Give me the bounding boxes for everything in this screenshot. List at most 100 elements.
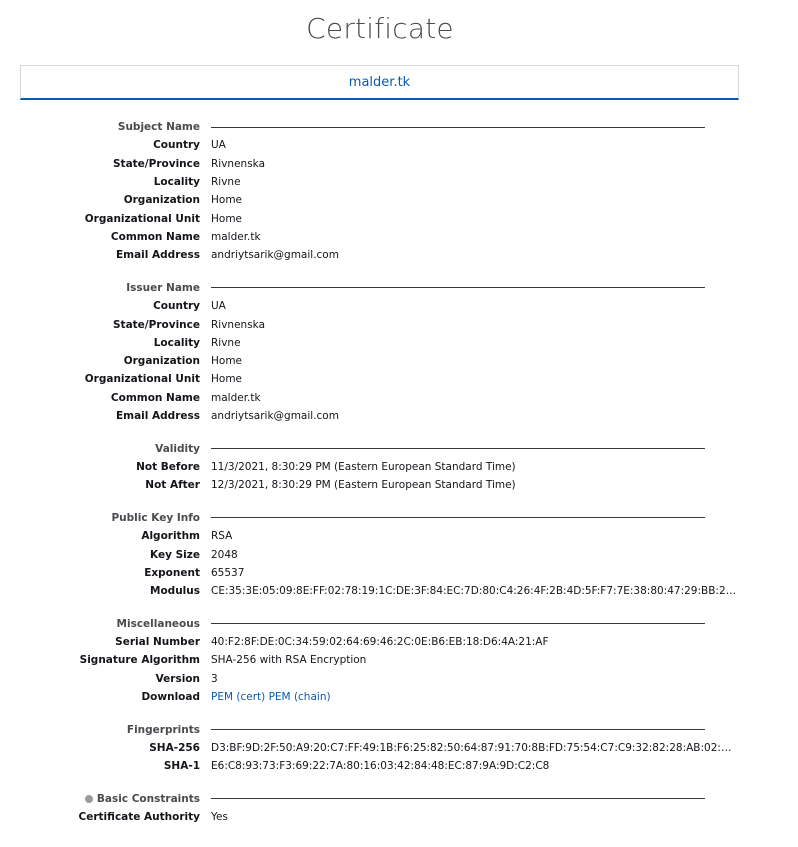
- field-row: Locality Rivne: [0, 334, 798, 352]
- field-label: Serial Number: [115, 636, 200, 649]
- fingerprints-section: Fingerprints SHA-256 D3:BF:9D:2F:50:A9:20…: [0, 721, 798, 776]
- section-header: Subject Name: [0, 118, 798, 136]
- field-value: Home: [211, 355, 243, 368]
- field-value: malder.tk: [211, 230, 261, 243]
- field-value: Rivnenska: [211, 157, 265, 170]
- validity-section: Validity Not Before 11/3/2021, 8:30:29 PM…: [0, 440, 798, 495]
- section-header: Issuer Name: [0, 279, 798, 297]
- field-row: State/Province Rivnenska: [0, 155, 798, 173]
- section-header: Miscellaneous: [0, 615, 798, 633]
- field-label: SHA-1: [163, 760, 200, 773]
- field-value: UA: [211, 300, 226, 313]
- download-links: PEM (cert) PEM (chain): [211, 691, 331, 703]
- field-value: 12/3/2021, 8:30:29 PM (Eastern European …: [211, 479, 516, 492]
- section-divider: [211, 287, 705, 289]
- section-title: Public Key Info: [111, 511, 200, 524]
- section-divider: [211, 448, 705, 450]
- field-label: Organization: [123, 355, 200, 368]
- field-value: 2048: [211, 548, 238, 561]
- field-label: Organizational Unit: [84, 373, 200, 386]
- field-value: 11/3/2021, 8:30:29 PM (Eastern European …: [211, 460, 516, 473]
- subject-name-section: Subject Name Country UA State/Province Riv…: [0, 118, 798, 264]
- section-divider: [211, 126, 705, 128]
- field-row: Email Address andriytsarik@gmail.com: [0, 407, 798, 425]
- field-label: Key Size: [150, 548, 200, 561]
- section-title: Validity: [155, 442, 200, 455]
- field-row: Certificate Authority Yes: [0, 808, 798, 826]
- field-label: Algorithm: [141, 530, 200, 543]
- field-label: Organizational Unit: [84, 212, 200, 225]
- field-row: Organizational Unit Home: [0, 370, 798, 388]
- field-row: Common Name malder.tk: [0, 389, 798, 407]
- section-header: Basic Constraints: [0, 790, 798, 808]
- field-label: Not Before: [136, 460, 200, 473]
- field-label: Not After: [145, 479, 200, 492]
- field-value: UA: [211, 139, 226, 152]
- section-header: Fingerprints: [0, 721, 798, 739]
- section-title: Miscellaneous: [116, 617, 200, 630]
- field-value: Home: [211, 373, 243, 386]
- field-label: Email Address: [115, 249, 200, 262]
- section-header: Validity: [0, 440, 798, 458]
- section-title: Issuer Name: [126, 281, 200, 294]
- field-value: 40:F2:8F:DE:0C:34:59:02:64:69:46:2C:0E:B…: [211, 636, 549, 649]
- field-label: Email Address: [115, 409, 200, 422]
- field-label: SHA-256: [149, 742, 200, 754]
- field-label: Version: [155, 672, 200, 685]
- field-row: Locality Rivne: [0, 173, 798, 191]
- field-value: Rivne: [211, 176, 241, 189]
- field-row: SHA-1 E6:C8:93:73:F3:69:22:7A:80:16:03:42…: [0, 757, 798, 775]
- field-value: andriytsarik@gmail.com: [211, 249, 339, 262]
- download-row: Download PEM (cert) PEM (chain): [0, 688, 798, 706]
- field-label: Country: [153, 300, 200, 313]
- field-row: Not Before 11/3/2021, 8:30:29 PM (Eastern…: [0, 458, 798, 476]
- tab-malder-tk[interactable]: malder.tk: [349, 75, 410, 90]
- field-row: Organization Home: [0, 191, 798, 209]
- miscellaneous-section: Miscellaneous Serial Number 40:F2:8F:DE:0…: [0, 615, 798, 706]
- section-title: Basic Constraints: [96, 792, 200, 805]
- section-title: Fingerprints: [126, 723, 200, 736]
- section-divider: [211, 729, 705, 731]
- field-value: Home: [211, 194, 243, 207]
- field-label: Exponent: [144, 566, 200, 579]
- field-row: Version 3: [0, 670, 798, 688]
- field-label: Modulus: [150, 585, 200, 598]
- issuer-name-section: Issuer Name Country UA State/Province Rivn…: [0, 279, 798, 425]
- section-header: Public Key Info: [0, 509, 798, 527]
- field-value: E6:C8:93:73:F3:69:22:7A:80:16:03:42:84:4…: [211, 760, 550, 773]
- field-value: andriytsarik@gmail.com: [211, 409, 339, 422]
- field-row: Organization Home: [0, 352, 798, 370]
- certificate-details: Subject Name Country UA State/Province Riv…: [0, 118, 798, 841]
- field-row: Exponent 65537: [0, 564, 798, 582]
- section-divider: [211, 517, 705, 519]
- field-row: Modulus CE:35:3E:05:09:8E:FF:02:78:19:1C:…: [0, 582, 798, 600]
- field-value: Rivnenska: [211, 318, 265, 331]
- field-row: Common Name malder.tk: [0, 228, 798, 246]
- public-key-info-section: Public Key Info Algorithm RSA Key Size 204…: [0, 509, 798, 600]
- field-value: D3:BF:9D:2F:50:A9:20:C7:FF:49:1B:F6:25:8…: [211, 742, 739, 754]
- field-row: Algorithm RSA: [0, 527, 798, 545]
- field-label: Organization: [123, 194, 200, 207]
- field-value: Home: [211, 212, 243, 225]
- pem-cert-link[interactable]: PEM (cert): [211, 691, 265, 703]
- field-row: Email Address andriytsarik@gmail.com: [0, 246, 798, 264]
- field-label: State/Province: [113, 157, 200, 170]
- modulus-value: CE:35:3E:05:09:8E:FF:02:78:19:1C:DE:3F:8…: [211, 585, 739, 598]
- field-value: 65537: [211, 566, 245, 579]
- field-label: Signature Algorithm: [79, 654, 200, 667]
- field-label: Common Name: [110, 391, 200, 404]
- field-row: Key Size 2048: [0, 545, 798, 563]
- field-value: Yes: [211, 811, 228, 824]
- field-label: State/Province: [113, 318, 200, 331]
- field-row: State/Province Rivnenska: [0, 315, 798, 333]
- field-row: Serial Number 40:F2:8F:DE:0C:34:59:02:64:…: [0, 633, 798, 651]
- field-value: Rivne: [211, 336, 241, 349]
- field-value: SHA-256 with RSA Encryption: [211, 654, 367, 667]
- field-row: Not After 12/3/2021, 8:30:29 PM (Eastern …: [0, 476, 798, 494]
- field-label: Common Name: [110, 230, 200, 243]
- tab-bar: malder.tk: [20, 65, 739, 100]
- field-label: Locality: [153, 176, 200, 189]
- pem-chain-link[interactable]: PEM (chain): [269, 691, 331, 703]
- field-label: Locality: [153, 336, 200, 349]
- field-label: Download: [141, 691, 200, 704]
